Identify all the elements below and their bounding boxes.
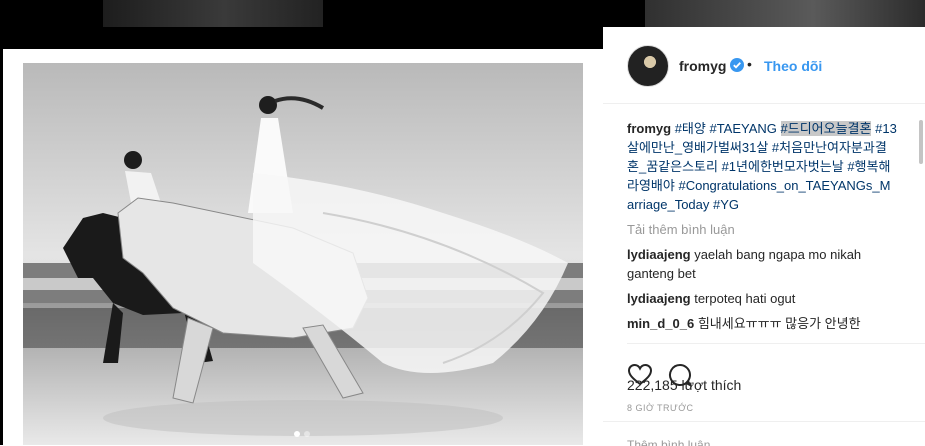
- like-count[interactable]: 222,185 lượt thích: [627, 377, 741, 393]
- comment-item: lydiaajeng terpoteq hati ogut: [627, 289, 897, 308]
- comment-username[interactable]: min_d_0_6: [627, 316, 694, 331]
- verified-badge-icon: [730, 58, 744, 72]
- comment-item: lydiaajeng yaelah bang ngapa mo nikah ga…: [627, 245, 897, 283]
- backdrop-strip: [3, 27, 603, 49]
- hashtag[interactable]: #1년에한번모자벗는날: [722, 159, 844, 174]
- post-username[interactable]: fromyg: [679, 58, 726, 74]
- comment-text: 힘내세요ㅠㅠㅠ 많응가 안녕한: [697, 316, 861, 331]
- comment-username[interactable]: lydiaajeng: [627, 247, 691, 262]
- hashtag[interactable]: #YG: [713, 197, 739, 212]
- follow-button[interactable]: Theo dõi: [764, 58, 822, 74]
- divider: [603, 421, 925, 422]
- hashtag[interactable]: #TAEYANG: [709, 121, 776, 136]
- post-header: fromyg • Theo dõi: [603, 27, 925, 104]
- header-separator: •: [747, 56, 752, 72]
- post-media-panel: [3, 49, 603, 445]
- post-actions: [627, 343, 925, 388]
- comment-item: min_d_0_6 힘내세요ㅠㅠㅠ 많응가 안녕한: [627, 314, 897, 333]
- carousel-dot[interactable]: [294, 431, 300, 437]
- post-caption: fromyg #태양 #TAEYANG #드디어오늘결혼 #13살에만난_영배가…: [627, 119, 897, 214]
- comment-text: terpoteq hati ogut: [694, 291, 796, 306]
- comment-username[interactable]: lydiaajeng: [627, 291, 691, 306]
- load-more-comments-button[interactable]: Tải thêm bình luận: [627, 220, 897, 239]
- wedding-photo: [23, 63, 583, 445]
- comments-list[interactable]: fromyg #태양 #TAEYANG #드디어오늘결혼 #13살에만난_영배가…: [627, 119, 897, 333]
- post-photo[interactable]: [23, 63, 583, 445]
- background-post-thumbnail: [645, 0, 925, 27]
- hashtag[interactable]: #드디어오늘결혼: [780, 121, 872, 136]
- background-post-thumbnail: [103, 0, 323, 27]
- avatar[interactable]: [627, 45, 669, 87]
- hashtag[interactable]: #태양: [675, 121, 706, 136]
- carousel-indicator: [294, 431, 310, 437]
- post-timestamp[interactable]: 8 GIỜ TRƯỚC: [627, 403, 693, 413]
- carousel-dot[interactable]: [304, 431, 310, 437]
- post-info-panel: fromyg • Theo dõi fromyg #태양 #TAEYANG #드…: [603, 27, 925, 446]
- comments-scrollbar[interactable]: [919, 120, 923, 164]
- caption-username[interactable]: fromyg: [627, 121, 671, 136]
